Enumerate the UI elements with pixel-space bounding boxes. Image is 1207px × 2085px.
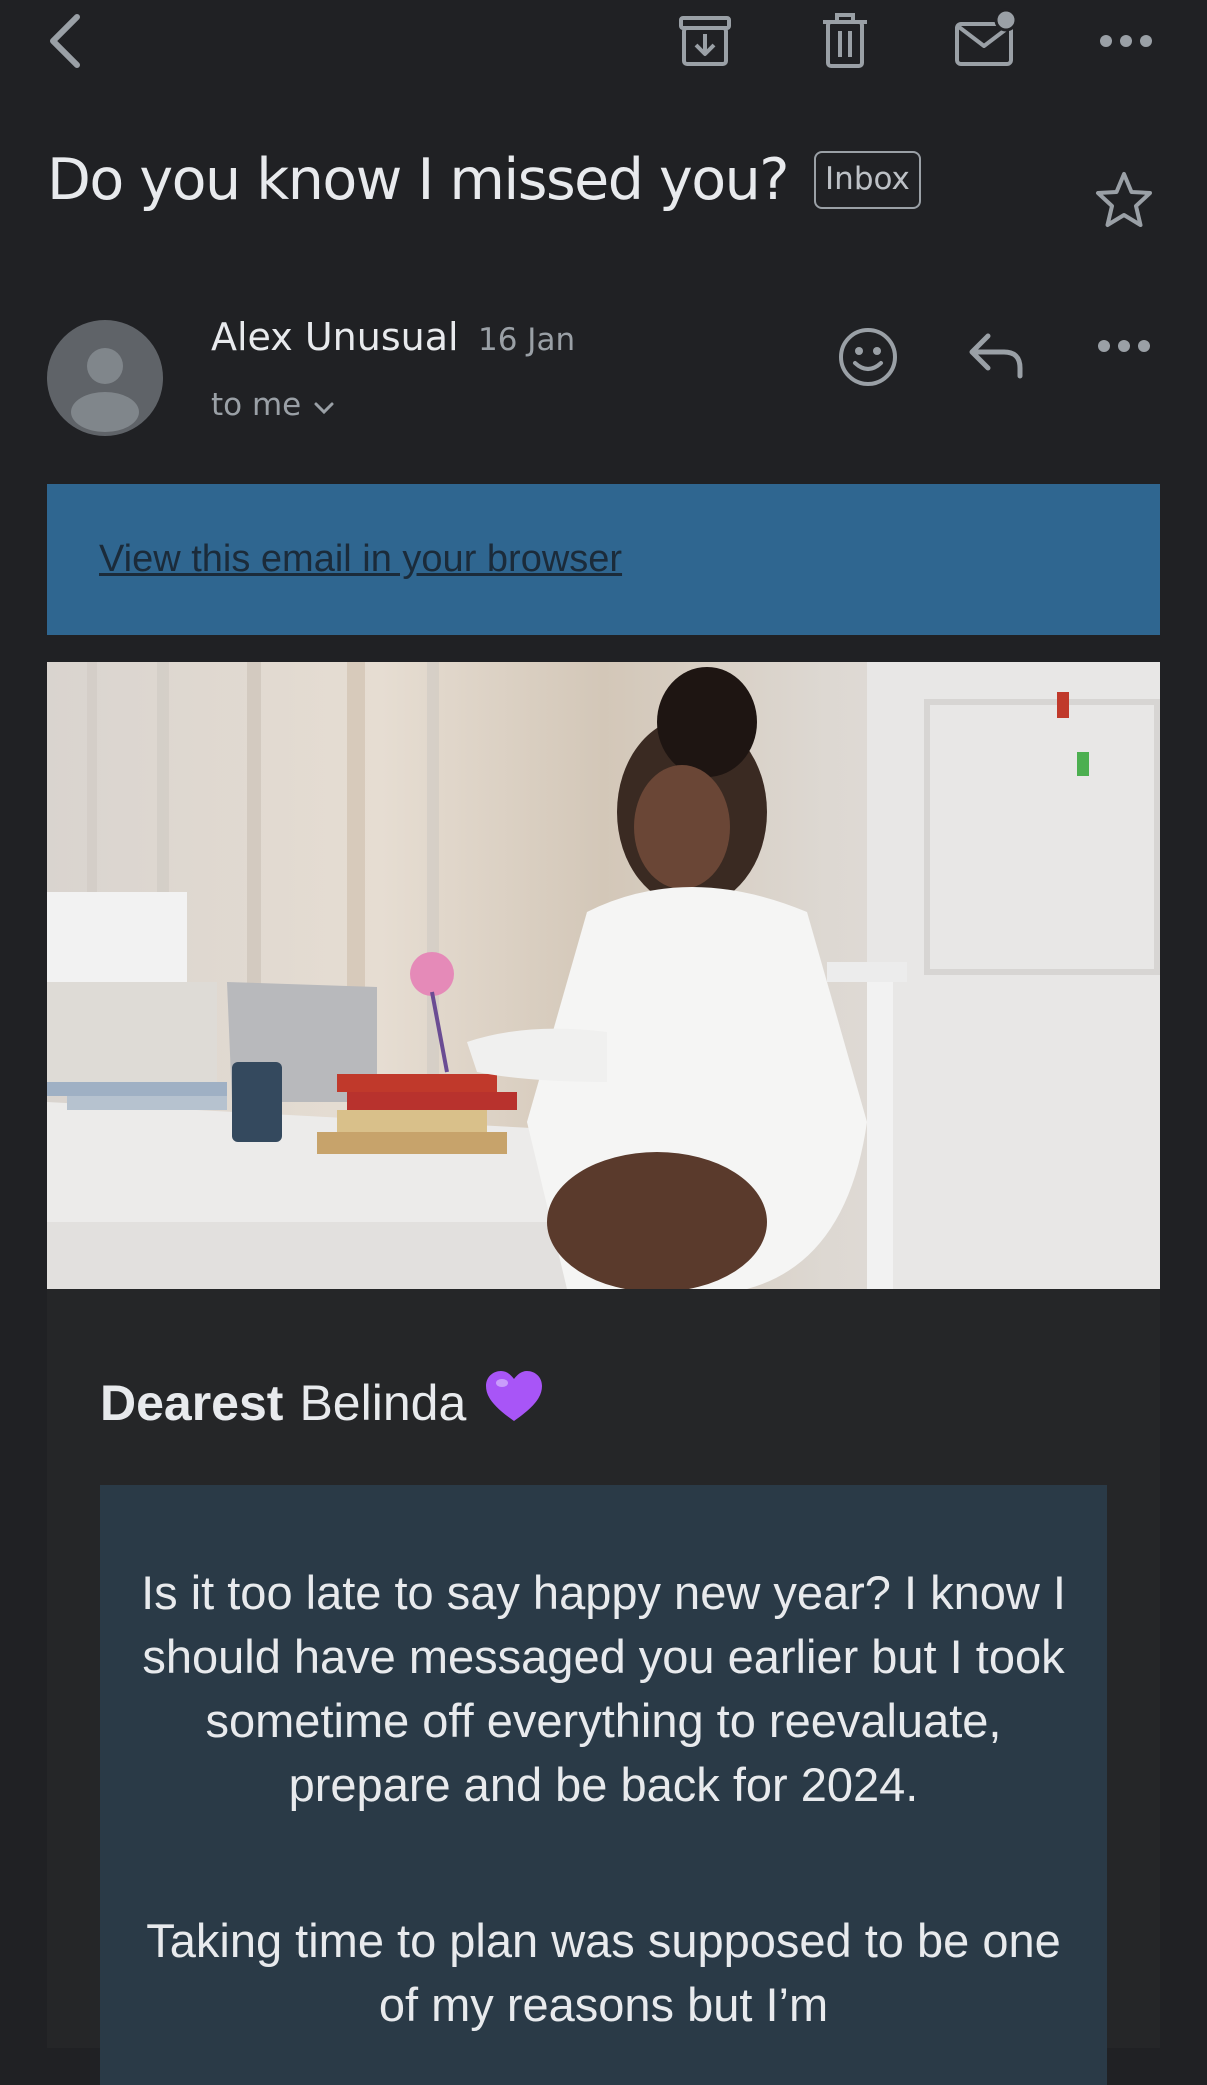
top-toolbar [0,0,1207,84]
greeting-salutation: Dearest [100,1375,284,1431]
more-icon[interactable] [1096,18,1156,64]
view-in-browser-link[interactable]: View this email in your browser [99,538,622,581]
email-body: Dearest Belinda Is it too late to say ha… [47,1289,1160,2085]
add-reaction-icon[interactable] [836,325,900,389]
recipient-details[interactable]: to me [211,387,335,423]
delete-icon[interactable] [816,12,874,70]
back-icon[interactable] [40,10,90,72]
subject-row: Do you know I missed you? Inbox [47,140,921,220]
mark-unread-icon[interactable] [954,8,1018,70]
message-paragraph-2: Taking time to plan was supposed to be o… [146,1914,1061,2031]
chevron-down-icon [313,387,335,423]
reply-icon[interactable] [966,328,1028,384]
message-paragraph-1: Is it too late to say happy new year? I … [141,1566,1066,1811]
inbox-label[interactable]: Inbox [814,151,921,209]
archive-icon[interactable] [676,12,734,70]
message-box: Is it too late to say happy new year? I … [100,1485,1107,2085]
sender-name[interactable]: Alex Unusual [211,315,459,359]
avatar[interactable] [47,320,163,436]
hero-photo [47,662,1160,1289]
sender-date: 16 Jan [478,322,576,358]
greeting-name: Belinda [299,1375,467,1431]
greeting: Dearest Belinda [100,1369,544,1437]
recipient-label: to me [211,387,302,423]
star-icon[interactable] [1092,168,1156,232]
purple-heart-icon [484,1369,544,1437]
message-more-icon[interactable] [1096,336,1156,376]
email-subject: Do you know I missed you? [47,147,790,213]
view-in-browser-banner: View this email in your browser [47,484,1160,635]
